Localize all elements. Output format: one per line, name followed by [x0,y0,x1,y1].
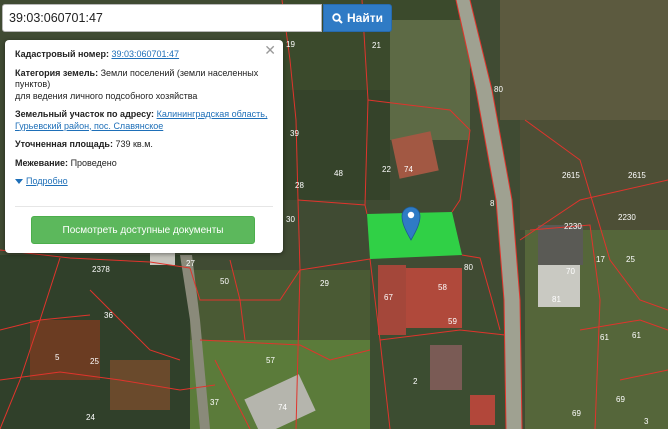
land-use-value: для ведения личного подсобного хозяйства [15,90,198,101]
area-label: Уточненная площадь: [15,139,113,149]
map-label: 74 [404,165,413,174]
map-label: 69 [572,409,581,418]
map-label: 24 [86,413,95,422]
survey-label: Межевание: [15,157,69,168]
map-label: 25 [90,357,99,366]
map-label: 74 [278,403,287,412]
cadastral-number-label: Кадастровый номер: [15,49,109,59]
survey-row: Межевание: Проведено [15,158,273,170]
map-label: 67 [384,293,393,302]
address-label: Земельный участок по адресу: [15,109,155,119]
map-label: 25 [626,255,635,264]
map-label: 61 [600,333,609,342]
map-label: 27 [186,259,195,268]
map-label: 2230 [618,213,636,222]
search-icon [332,12,343,24]
survey-value: Проведено [70,157,117,168]
address-row: Земельный участок по адресу: Калининград… [15,109,273,132]
map-label: 21 [372,41,381,50]
search-button-label: Найти [347,11,383,25]
map-label: 57 [266,356,275,365]
details-toggle[interactable]: Подробно [15,176,273,188]
map-label: 2378 [92,265,110,274]
map-label: 50 [220,277,229,286]
map-label: 2230 [564,222,582,231]
map-label: 70 [566,267,575,276]
map-label: 2 [413,377,418,386]
search-bar: Найти [2,4,392,32]
map-label: 81 [552,295,561,304]
map-label: 69 [616,395,625,404]
map-label: 22 [382,165,391,174]
map-label: 36 [104,311,113,320]
land-category-row: Категория земель: Земли поселений (земли… [15,68,273,103]
map-label: 80 [494,85,503,94]
caret-down-icon [15,179,23,185]
map-label: 37 [210,398,219,407]
divider [15,206,273,207]
cadastral-number-link[interactable]: 39:03:060701:47 [111,49,179,59]
map-label: 29 [320,279,329,288]
map-label: 19 [286,40,295,49]
cadastral-number-row: Кадастровый номер: 39:03:060701:47 [15,49,273,61]
map-label: 48 [334,169,343,178]
land-category-label: Категория земель: [15,67,99,78]
details-link[interactable]: Подробно [26,176,68,188]
map-label: 30 [286,215,295,224]
close-icon[interactable]: ✕ [264,43,276,57]
search-input[interactable] [2,4,322,32]
map-label: 2615 [628,171,646,180]
map-label: 5 [55,353,60,362]
map-label: 2615 [562,171,580,180]
map-label: 58 [438,283,447,292]
view-documents-button[interactable]: Посмотреть доступные документы [31,216,255,244]
map-label: 28 [295,181,304,190]
map-label: 17 [596,255,605,264]
map-label: 39 [290,129,299,138]
area-value: 739 кв.м. [115,139,153,149]
map-label: 80 [464,263,473,272]
area-row: Уточненная площадь: 739 кв.м. [15,139,273,151]
map-label: 3 [644,417,649,426]
map-label: 8 [490,199,495,208]
parcel-info-popup: ✕ Кадастровый номер: 39:03:060701:47 Кат… [5,40,283,253]
map-label: 61 [632,331,641,340]
search-button[interactable]: Найти [323,4,392,32]
map-label: 59 [448,317,457,326]
